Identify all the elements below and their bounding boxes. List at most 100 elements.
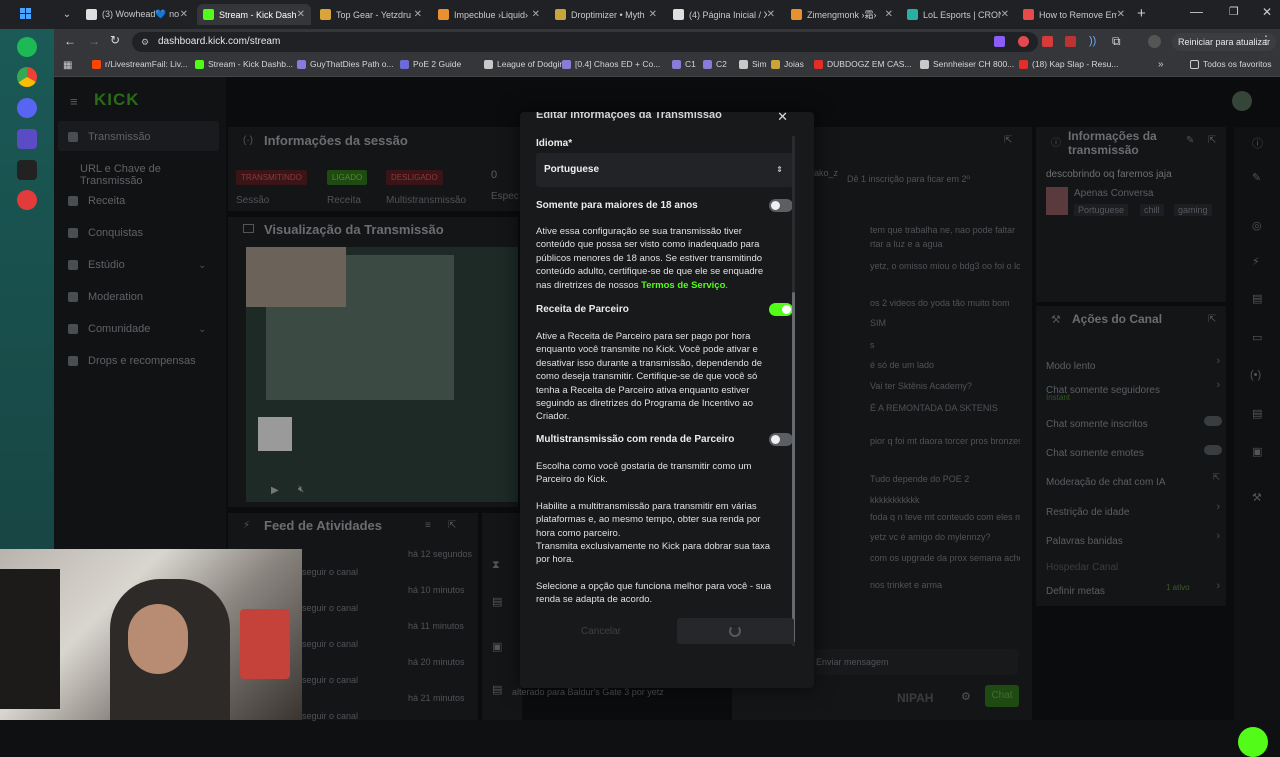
profile-avatar[interactable] <box>1232 91 1252 111</box>
save-button-loading[interactable] <box>677 618 794 644</box>
bookmark-link[interactable]: (18) Kap Slap - Resu... <box>1019 59 1118 69</box>
chat-input[interactable]: Enviar mensagem <box>808 649 1018 675</box>
toggle-switch[interactable] <box>1204 445 1222 455</box>
help-chat-icon[interactable] <box>1238 727 1268 757</box>
maximize-button[interactable]: ❐ <box>1229 5 1239 18</box>
channel-action-item[interactable]: Modo lento › <box>1046 355 1222 372</box>
broadcast-icon[interactable]: (•) <box>1250 369 1261 381</box>
terms-of-service-link[interactable]: Termos de Serviço <box>641 280 725 291</box>
browser-tab[interactable]: (3) Wowhead💙 no ✕ <box>80 4 194 25</box>
play-icon[interactable]: ▶ <box>271 485 279 496</box>
lightning-icon[interactable]: ⚡ <box>1252 255 1260 268</box>
document-icon[interactable]: ▤ <box>1252 292 1262 305</box>
hamburger-menu-icon[interactable]: ≡ <box>70 94 78 109</box>
browser-tab[interactable]: How to Remove Em ✕ <box>1017 4 1131 25</box>
site-info-icon[interactable]: ⚙ <box>141 32 149 52</box>
new-tab-button[interactable]: + <box>1137 5 1146 22</box>
back-icon[interactable]: ← <box>64 34 76 48</box>
info-icon[interactable]: ⓘ <box>1252 135 1263 151</box>
chat-bubble-icon[interactable]: ▭ <box>1252 331 1262 344</box>
discord-icon[interactable] <box>17 98 37 118</box>
bookmark-link[interactable]: DUBDOGZ EM CAS... <box>814 59 912 69</box>
cancel-button[interactable]: Cancelar <box>536 620 666 644</box>
list-icon[interactable]: ▤ <box>1252 407 1262 420</box>
bookmark-link[interactable]: PoE 2 Guide <box>400 59 461 69</box>
close-window-button[interactable]: ✕ <box>1262 5 1272 19</box>
chrome-icon[interactable] <box>17 67 37 87</box>
pencil-icon[interactable]: ✎ <box>1252 171 1261 184</box>
profile-avatar-icon[interactable] <box>1148 35 1161 48</box>
mute-icon[interactable]: 🔇︎ <box>298 484 304 495</box>
record-app-icon[interactable] <box>17 190 37 210</box>
bookmark-link[interactable]: C1 <box>672 59 696 69</box>
bookmark-link[interactable]: League of Dodging <box>484 59 569 69</box>
popout-icon[interactable]: ⇱ <box>1208 314 1216 325</box>
url-input[interactable]: ⚙ dashboard.kick.com/stream ★ <box>132 32 1038 52</box>
bookmark-link[interactable]: [0.4] Chaos ED + Co... <box>562 59 660 69</box>
kick-logo[interactable]: KICK <box>94 90 140 110</box>
sidebar-item[interactable]: Transmissão <box>68 131 151 143</box>
bookmark-link[interactable]: Sim <box>739 59 767 69</box>
chat-popout-icon[interactable]: ⇱ <box>1004 135 1012 146</box>
sidebar-item[interactable]: URL e Chave de Transmissão <box>80 163 226 187</box>
sidebar-item[interactable]: Receita <box>68 195 125 207</box>
close-tab-icon[interactable]: ✕ <box>532 9 540 20</box>
close-tab-icon[interactable]: ✕ <box>297 9 305 20</box>
modal-scrollbar[interactable] <box>792 292 795 642</box>
user-card-icon[interactable]: ▣ <box>1252 445 1262 458</box>
extensions-puzzle-icon[interactable]: ⧉ <box>1112 34 1121 49</box>
browser-tab[interactable]: Stream - Kick Dashb ✕ <box>197 4 311 25</box>
tab-search-chevron-icon[interactable]: ⌄ <box>60 7 74 21</box>
extension-icon[interactable] <box>994 36 1005 47</box>
channel-action-item[interactable]: Chat somente seguidores › <box>1046 379 1222 396</box>
close-icon[interactable]: ✕ <box>777 112 788 125</box>
popout-icon[interactable]: ⇱ <box>448 520 456 531</box>
browser-tab[interactable]: Impecblue ›Liquid› ✕ <box>432 4 546 25</box>
bookmark-link[interactable]: C2 <box>703 59 727 69</box>
sidebar-item[interactable]: Estúdio ⌄ <box>68 259 206 271</box>
apps-grid-icon[interactable]: ▦ <box>63 60 72 71</box>
chat-send-button[interactable]: Chat <box>985 685 1019 707</box>
bookmark-link[interactable]: r/LivestreamFail: Liv... <box>92 59 188 69</box>
partner-revenue-toggle[interactable] <box>769 303 793 316</box>
multistream-toggle[interactable] <box>769 433 793 446</box>
more-bookmarks-icon[interactable]: » <box>1158 59 1164 70</box>
rail-icon[interactable]: ◎ <box>1252 219 1262 232</box>
reload-icon[interactable]: ↻ <box>110 33 120 47</box>
extension-icon[interactable]: )) <box>1089 35 1096 47</box>
close-tab-icon[interactable]: ✕ <box>180 9 188 20</box>
close-tab-icon[interactable]: ✕ <box>414 9 422 20</box>
browser-tab[interactable]: Zimengmonk ›霜› ✕ <box>785 4 899 25</box>
channel-action-item[interactable]: Chat somente inscritos <box>1046 414 1222 430</box>
windows-start-icon[interactable] <box>20 8 32 20</box>
channel-action-item[interactable]: Definir metas › <box>1046 580 1222 597</box>
chat-settings-icon[interactable]: ⚙ <box>961 690 971 703</box>
channel-action-item[interactable]: Palavras banidas › <box>1046 530 1222 547</box>
filter-icon[interactable]: ≡ <box>425 520 431 531</box>
menu-kebab-icon[interactable]: ⋮ <box>1260 33 1272 47</box>
close-tab-icon[interactable]: ✕ <box>649 9 657 20</box>
sidebar-item[interactable]: Drops e recompensas <box>68 355 196 367</box>
extension-icon[interactable] <box>1018 36 1029 47</box>
extension-icon[interactable] <box>1065 36 1076 47</box>
adult-toggle[interactable] <box>769 199 793 212</box>
voice-app-icon[interactable] <box>17 129 37 149</box>
browser-tab[interactable]: LoL Esports | CRON ✕ <box>901 4 1015 25</box>
channel-action-item[interactable]: Hospedar Canal <box>1046 557 1222 573</box>
sidebar-item[interactable]: Conquistas <box>68 227 143 239</box>
channel-action-item[interactable]: Restrição de idade › <box>1046 501 1222 518</box>
sidebar-item[interactable]: Comunidade ⌄ <box>68 323 206 335</box>
kick-app-icon[interactable] <box>17 160 37 180</box>
language-select[interactable]: Portuguese ⇕ <box>536 153 793 187</box>
bookmark-link[interactable]: Sennheiser CH 800... <box>920 59 1014 69</box>
hammer-icon[interactable]: ⚒ <box>1252 491 1262 504</box>
toggle-switch[interactable] <box>1204 416 1222 426</box>
channel-action-item[interactable]: Moderação de chat com IA ⇱ <box>1046 472 1222 488</box>
sidebar-item[interactable]: Moderation <box>68 291 143 303</box>
bookmark-link[interactable]: GuyThatDies Path o... <box>297 59 394 69</box>
minimize-button[interactable]: — <box>1190 4 1203 19</box>
spotify-icon[interactable] <box>17 37 37 57</box>
browser-tab[interactable]: Droptimizer • Myth ✕ <box>549 4 663 25</box>
close-tab-icon[interactable]: ✕ <box>1001 9 1009 20</box>
close-tab-icon[interactable]: ✕ <box>885 9 893 20</box>
